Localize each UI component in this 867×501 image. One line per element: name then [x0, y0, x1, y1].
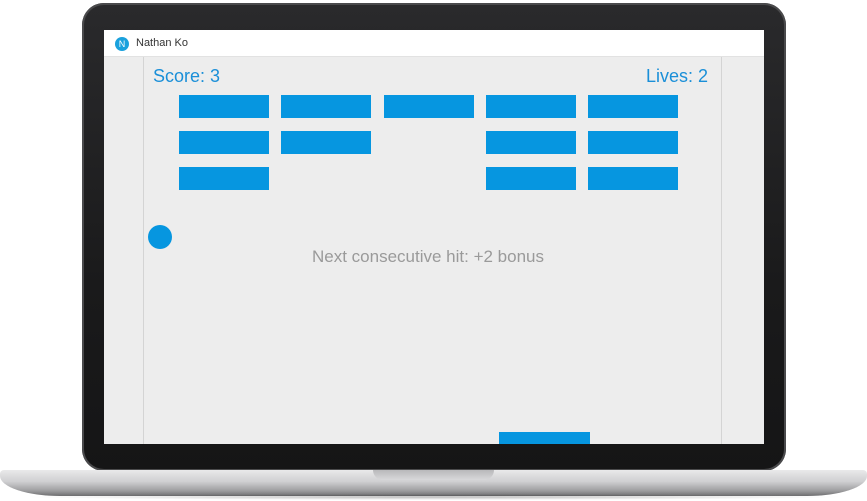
game-canvas[interactable]: Score: 3 Lives: 2 Next consecutive hit: …: [104, 57, 764, 444]
brick: [588, 95, 678, 118]
brick: [281, 95, 371, 118]
bonus-message: Next consecutive hit: +2 bonus: [312, 247, 544, 266]
brick: [486, 131, 576, 154]
brick: [486, 95, 576, 118]
screen: N Nathan Ko Score: 3 Lives: 2 Next conse…: [104, 30, 764, 444]
laptop-shadow: [20, 494, 847, 500]
lives-display: Lives: 2: [645, 66, 708, 86]
laptop-notch: [373, 470, 494, 480]
app-logo-icon: N: [115, 37, 129, 51]
brick: [179, 167, 269, 190]
score-display: Score: 3: [153, 66, 221, 86]
left-wall: [143, 57, 144, 444]
brick: [384, 95, 474, 118]
window-title: Nathan Ko: [136, 37, 188, 49]
brick: [486, 167, 576, 190]
brick: [588, 131, 678, 154]
right-wall: [721, 57, 722, 444]
brick: [588, 167, 678, 190]
brick: [179, 95, 269, 118]
brick: [281, 131, 371, 154]
paddle[interactable]: [499, 432, 590, 444]
brick: [179, 131, 269, 154]
ball: [148, 225, 172, 249]
window-titlebar[interactable]: N Nathan Ko: [104, 30, 764, 57]
